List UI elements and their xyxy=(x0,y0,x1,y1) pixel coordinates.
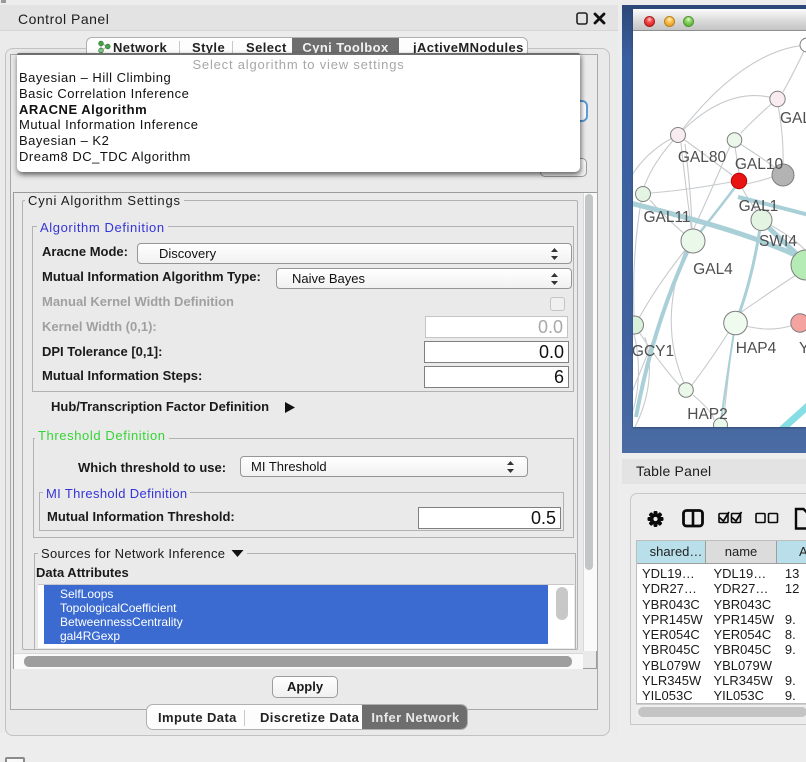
svg-text:HAP4: HAP4 xyxy=(736,340,777,357)
svg-text:GAL7: GAL7 xyxy=(780,110,806,127)
svg-text:GAL1: GAL1 xyxy=(739,198,779,215)
svg-text:SWI4: SWI4 xyxy=(759,233,797,250)
svg-text:YEL: YEL xyxy=(799,340,806,357)
svg-text:GAL11: GAL11 xyxy=(643,209,690,226)
svg-text:GAL4: GAL4 xyxy=(693,261,733,278)
svg-text:HAP2: HAP2 xyxy=(687,406,728,423)
svg-text:GAL10: GAL10 xyxy=(735,156,784,173)
svg-text:GCY1: GCY1 xyxy=(633,343,674,360)
svg-text:GAL80: GAL80 xyxy=(678,149,727,166)
